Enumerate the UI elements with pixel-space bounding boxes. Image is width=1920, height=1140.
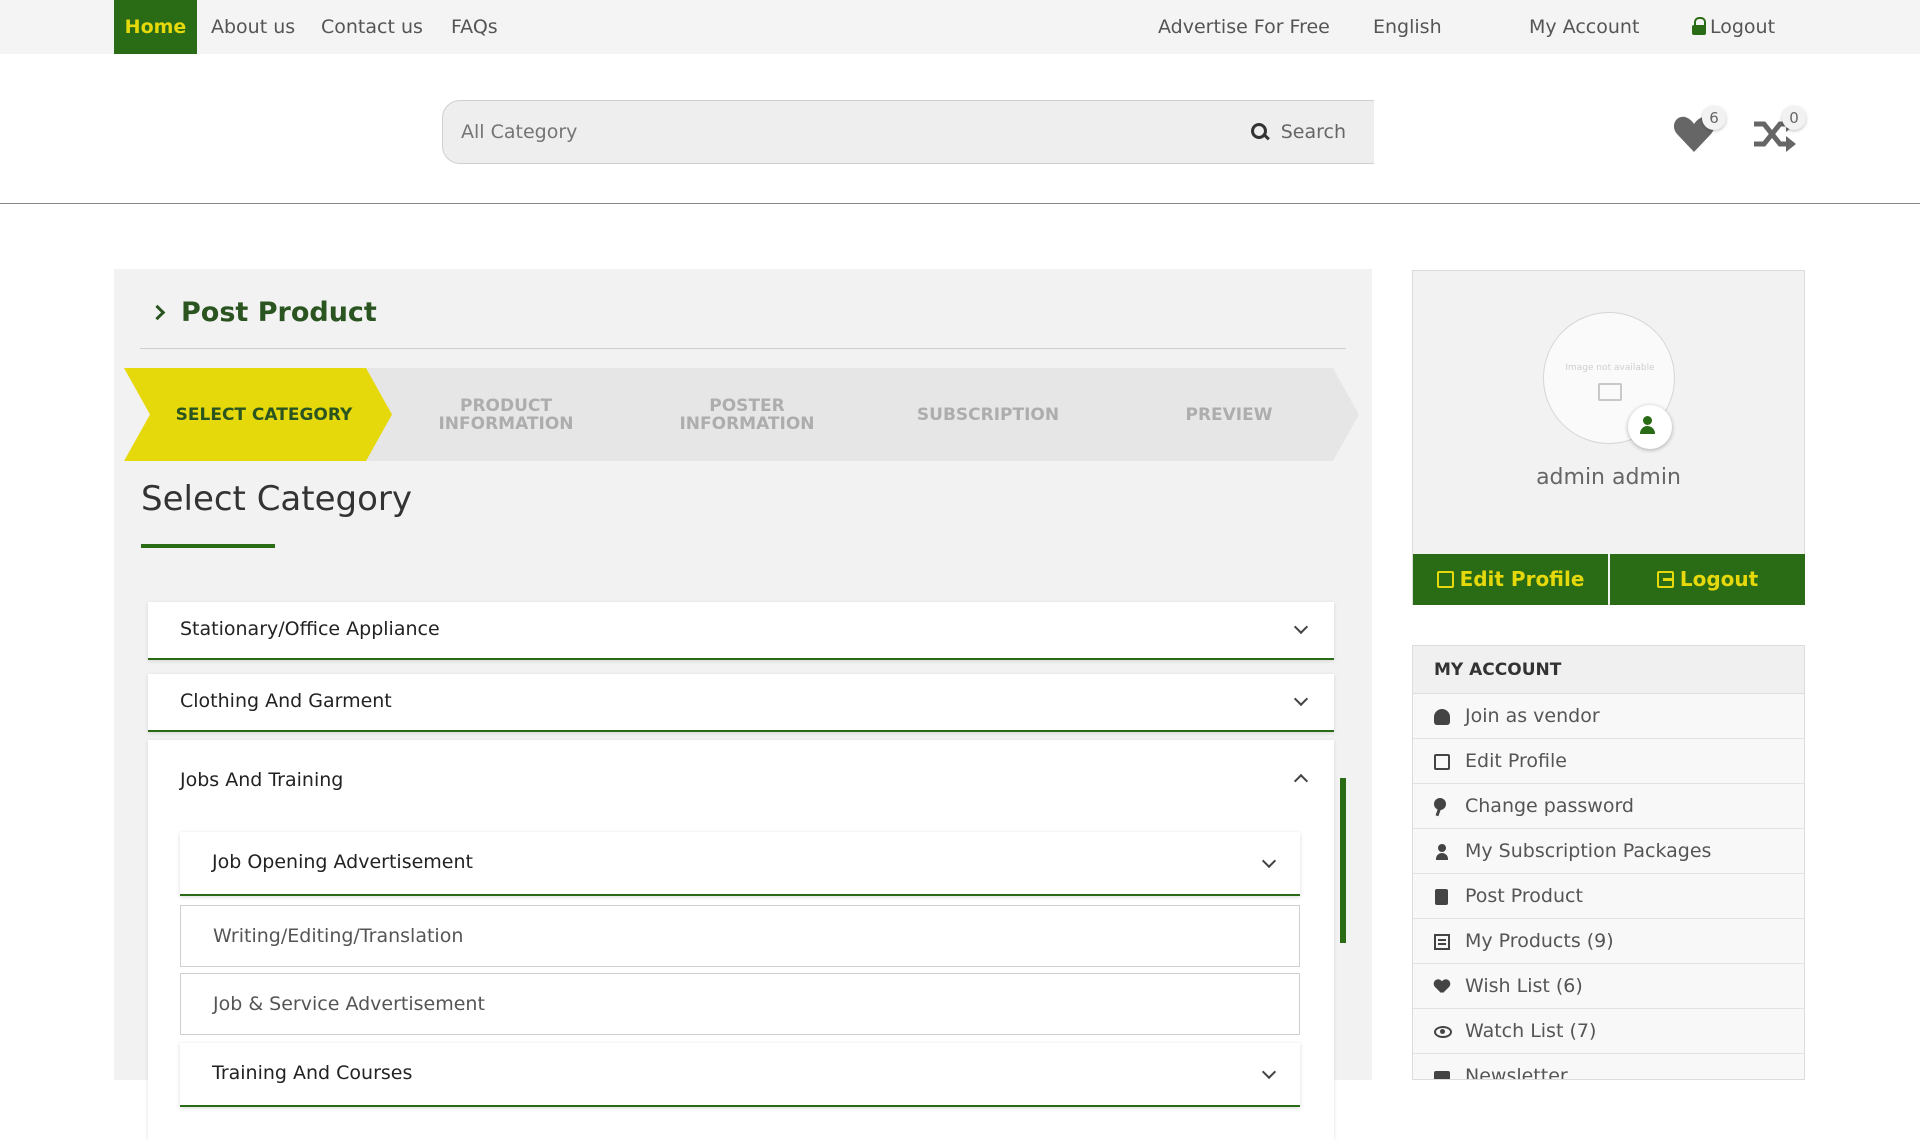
wishlist-count-badge: 6: [1702, 106, 1726, 130]
chevron-down-icon: [1261, 853, 1277, 869]
nav-contact[interactable]: Contact us: [321, 0, 423, 54]
menu-item-wish-list[interactable]: Wish List (6): [1413, 964, 1804, 1009]
title-divider: [140, 348, 1346, 349]
chevron-down-icon: [1293, 619, 1309, 635]
user-icon: [1436, 844, 1448, 860]
category-label: Clothing And Garment: [180, 690, 392, 712]
nav-about[interactable]: About us: [211, 0, 295, 54]
menu-item-label: My Subscription Packages: [1465, 840, 1712, 862]
search-icon: [1250, 123, 1269, 141]
profile-card: Image not available admin admin Edit Pro…: [1412, 270, 1805, 605]
key-icon: [1434, 798, 1446, 810]
nav-logout-label: Logout: [1710, 16, 1776, 38]
menu-item-label: Change password: [1465, 795, 1634, 817]
menu-item-label: Edit Profile: [1465, 750, 1567, 772]
post-product-title-text: Post Product: [181, 297, 377, 328]
subcategory-job-service[interactable]: Job & Service Advertisement: [180, 973, 1300, 1035]
search-button[interactable]: Search: [1250, 101, 1346, 163]
post-product-panel: Post Product SELECT CATEGORY PRODUCT INF…: [114, 269, 1372, 1140]
chevron-down-icon: [1293, 691, 1309, 707]
menu-item-watch-list[interactable]: Watch List (7): [1413, 1009, 1804, 1054]
step-product-information[interactable]: PRODUCT INFORMATION: [366, 368, 636, 461]
step-poster-information[interactable]: POSTER INFORMATION: [607, 368, 877, 461]
my-account-heading: MY ACCOUNT: [1413, 646, 1804, 694]
my-account-menu: MY ACCOUNT Join as vendor Edit Profile C…: [1412, 645, 1805, 1080]
nav-home[interactable]: Home: [114, 0, 197, 54]
profile-name: admin admin: [1536, 465, 1681, 490]
subcategory-label: Job & Service Advertisement: [213, 993, 485, 1015]
nav-my-account[interactable]: My Account: [1529, 0, 1639, 54]
subcategory-job-opening[interactable]: Job Opening Advertisement: [180, 832, 1300, 896]
header-divider: [0, 203, 1920, 204]
search-input[interactable]: [461, 101, 1161, 163]
edit-avatar-button[interactable]: [1628, 405, 1672, 449]
nav-faqs[interactable]: FAQs: [451, 0, 498, 54]
menu-item-label: Newsletter: [1465, 1065, 1568, 1080]
subcategory-label: Writing/Editing/Translation: [213, 925, 464, 947]
menu-item-label: Wish List (6): [1465, 975, 1583, 997]
section-title: Select Category: [141, 479, 413, 519]
category-label: Stationary/Office Appliance: [180, 618, 440, 640]
search-button-label: Search: [1280, 121, 1346, 143]
nav-advertise[interactable]: Advertise For Free: [1158, 0, 1330, 54]
avatar: Image not available: [1543, 312, 1675, 449]
user-edit-icon: [1640, 416, 1662, 436]
list-icon: [1434, 934, 1450, 950]
wishlist-button[interactable]: 6: [1672, 106, 1726, 156]
profile-logout-label: Logout: [1679, 567, 1759, 591]
menu-item-label: Join as vendor: [1465, 705, 1600, 727]
edit-profile-button[interactable]: Edit Profile: [1413, 554, 1608, 605]
subcategory-label: Job Opening Advertisement: [212, 851, 473, 873]
menu-item-subscriptions[interactable]: My Subscription Packages: [1413, 829, 1804, 874]
menu-item-label: Watch List (7): [1465, 1020, 1597, 1042]
search-bar: Search: [442, 100, 1374, 164]
image-icon: [1598, 383, 1622, 401]
nav-logout[interactable]: Logout: [1692, 0, 1775, 54]
menu-item-newsletter[interactable]: Newsletter: [1413, 1054, 1804, 1080]
menu-item-post-product[interactable]: Post Product: [1413, 874, 1804, 919]
menu-item-label: My Products (9): [1465, 930, 1614, 952]
step-preview[interactable]: PREVIEW: [1089, 368, 1359, 461]
sign-out-icon: [1656, 571, 1674, 588]
eye-icon: [1434, 1026, 1452, 1038]
category-jobs-training: Jobs And Training Job Opening Advertisem…: [148, 740, 1334, 1140]
users-icon: [1434, 709, 1450, 725]
step-select-category[interactable]: SELECT CATEGORY: [124, 368, 394, 461]
chevron-down-icon: [1261, 1064, 1277, 1080]
envelope-icon: [1434, 1071, 1450, 1079]
compare-count-badge: 0: [1782, 106, 1806, 130]
step-subscription[interactable]: SUBSCRIPTION: [848, 368, 1118, 461]
menu-item-label: Post Product: [1465, 885, 1583, 907]
progress-steps: SELECT CATEGORY PRODUCT INFORMATION POST…: [124, 368, 1359, 461]
menu-item-my-products[interactable]: My Products (9): [1413, 919, 1804, 964]
subcategory-writing[interactable]: Writing/Editing/Translation: [180, 905, 1300, 967]
avatar-placeholder-text: Image not available: [1565, 363, 1655, 373]
edit-icon: [1434, 754, 1450, 770]
category-stationary[interactable]: Stationary/Office Appliance: [148, 602, 1334, 660]
category-clothing[interactable]: Clothing And Garment: [148, 674, 1334, 732]
top-navbar: Home About us Contact us FAQs Advertise …: [0, 0, 1920, 54]
edit-icon: [1436, 571, 1454, 588]
menu-item-edit-profile[interactable]: Edit Profile: [1413, 739, 1804, 784]
edit-profile-label: Edit Profile: [1459, 567, 1585, 591]
profile-logout-button[interactable]: Logout: [1610, 554, 1805, 605]
post-product-title: Post Product: [149, 297, 377, 328]
compare-button[interactable]: 0: [1752, 106, 1806, 156]
chevron-up-icon[interactable]: [1293, 773, 1309, 789]
chevron-right-icon: [149, 304, 166, 321]
scrollbar-thumb[interactable]: [1340, 778, 1346, 943]
subcategory-label: Training And Courses: [212, 1062, 413, 1084]
address-book-icon: [1435, 889, 1448, 905]
menu-item-join-vendor[interactable]: Join as vendor: [1413, 694, 1804, 739]
subcategory-training-courses[interactable]: Training And Courses: [180, 1043, 1300, 1107]
lock-icon: [1692, 17, 1706, 35]
heart-icon: [1434, 980, 1450, 994]
category-label[interactable]: Jobs And Training: [180, 769, 343, 791]
language-selector[interactable]: English: [1373, 0, 1442, 54]
menu-item-change-password[interactable]: Change password: [1413, 784, 1804, 829]
section-title-underline: [141, 544, 275, 548]
